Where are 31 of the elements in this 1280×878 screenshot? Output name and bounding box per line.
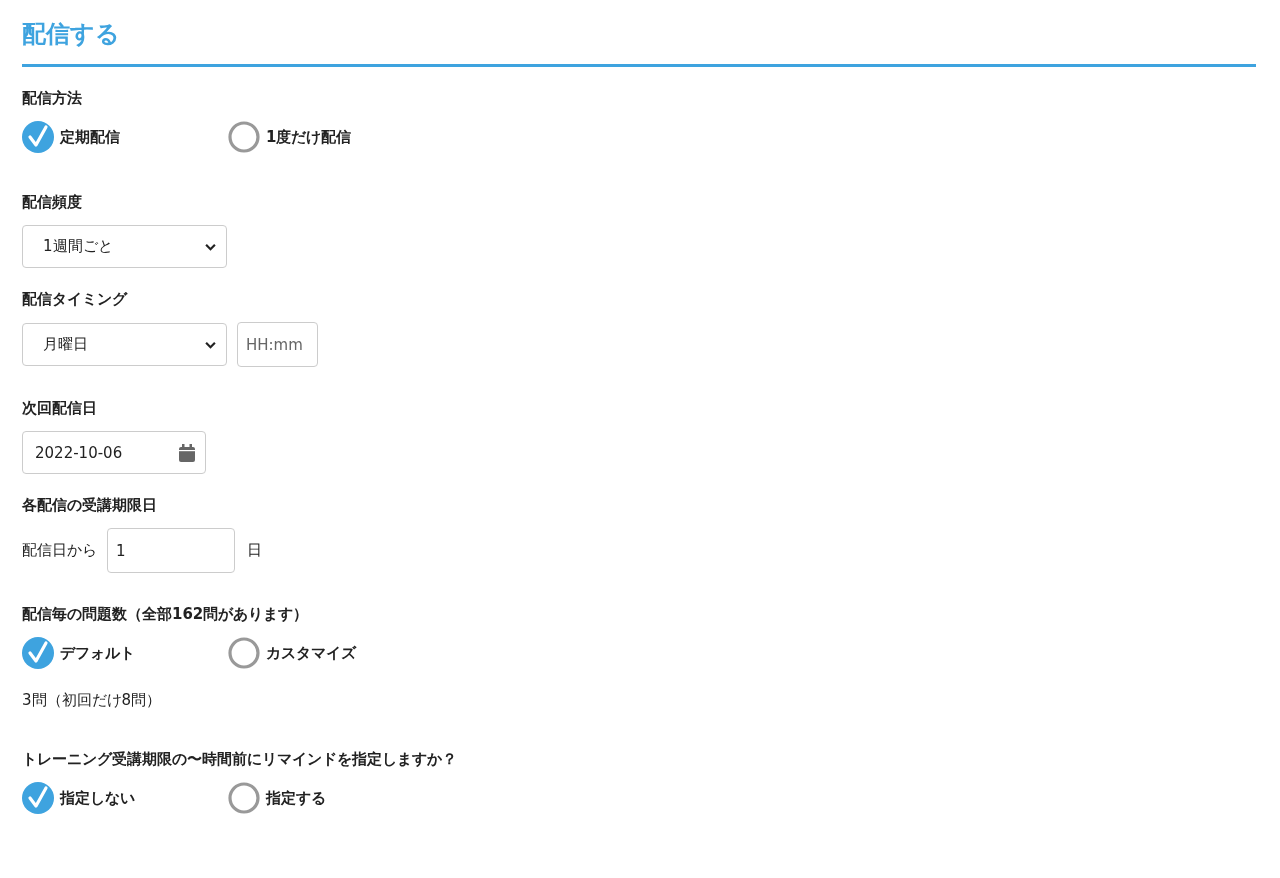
chevron-icon: [205, 242, 216, 251]
calendar-icon: [179, 443, 195, 462]
radio-checked-icon[interactable]: [22, 121, 54, 153]
days-field[interactable]: 1: [107, 528, 235, 573]
option-label: 指定しない: [60, 788, 135, 808]
option-label: 指定する: [266, 788, 326, 808]
field-label: 配信頻度: [22, 192, 83, 213]
radio-button[interactable]: [228, 637, 260, 669]
prefix-text: 配信日から: [22, 541, 97, 560]
date-field[interactable]: 2022-10-06: [22, 431, 206, 474]
radio-button[interactable]: [228, 121, 260, 153]
option-label: カスタマイズ: [266, 643, 356, 663]
field-label: 各配信の受講期限日: [22, 495, 158, 516]
select-field[interactable]: 1週間ごと: [22, 225, 227, 268]
field-label: 配信方法: [22, 88, 83, 109]
page-title: 配信する: [22, 19, 121, 50]
time-field[interactable]: HH:mm: [237, 322, 318, 367]
note-text: 3問（初回だけ8問）: [22, 691, 163, 710]
suffix-text: 日: [247, 541, 262, 560]
field-label: 次回配信日: [22, 398, 98, 419]
radio-checked-icon[interactable]: [22, 782, 54, 814]
select-field[interactable]: 月曜日: [22, 323, 227, 366]
radio-button[interactable]: [228, 782, 260, 814]
option-label: 1度だけ配信: [266, 127, 352, 147]
chevron-icon: [205, 340, 216, 349]
radio-checked-icon[interactable]: [22, 637, 54, 669]
option-label: 定期配信: [60, 127, 120, 147]
field-label: 配信タイミング: [22, 289, 129, 310]
field-label: トレーニング受講期限の〜時間前にリマインドを指定しますか？: [22, 749, 458, 770]
option-label: デフォルト: [60, 643, 135, 663]
field-label: 配信毎の問題数（全部162問があります）: [22, 604, 310, 625]
